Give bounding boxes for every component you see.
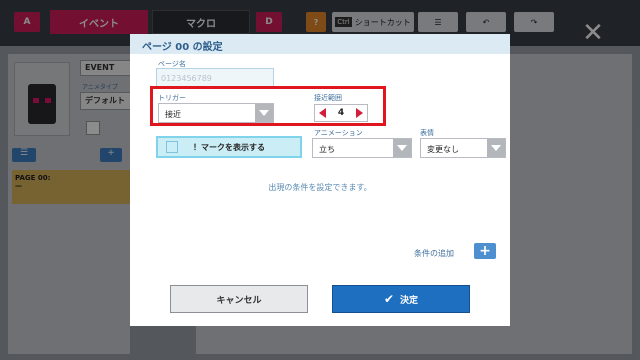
increase-arrow-icon[interactable]	[356, 108, 363, 118]
chevron-down-icon	[393, 139, 411, 157]
ok-button[interactable]: ✔ 決定	[332, 285, 470, 313]
page-name-input[interactable]: 0123456789	[156, 68, 274, 88]
animation-value: 立ち	[319, 145, 335, 154]
cancel-button[interactable]: キャンセル	[170, 285, 308, 313]
chevron-down-icon	[487, 139, 505, 157]
checkbox-icon	[166, 141, 178, 153]
add-condition-button[interactable]: +	[474, 243, 496, 259]
range-label: 接近範囲	[314, 94, 342, 102]
expression-select[interactable]: 変更なし	[420, 138, 506, 158]
expression-label: 表情	[420, 129, 434, 137]
show-mark-label: ！マークを表示する	[193, 142, 265, 152]
ok-label: 決定	[400, 295, 419, 306]
range-stepper[interactable]: 4	[314, 104, 368, 122]
show-mark-toggle[interactable]: ！マークを表示する	[156, 136, 302, 158]
page-settings-dialog: ページ 00 の設定 ページ名 0123456789 トリガー 接近 接近範囲 …	[130, 34, 510, 326]
add-condition-label: 条件の追加	[414, 249, 454, 258]
animation-select[interactable]: 立ち	[312, 138, 412, 158]
trigger-label: トリガー	[158, 94, 186, 102]
condition-hint: 出現の条件を設定できます。	[268, 183, 372, 192]
trigger-select[interactable]: 接近	[158, 103, 274, 123]
expression-value: 変更なし	[427, 145, 459, 154]
chevron-down-icon	[255, 104, 273, 122]
trigger-value: 接近	[165, 110, 181, 119]
plus-icon: +	[479, 243, 491, 259]
dialog-title: ページ 00 の設定	[130, 34, 510, 54]
cancel-label: キャンセル	[216, 295, 262, 306]
checkmark-icon: ✔	[383, 292, 395, 306]
animation-label: アニメーション	[314, 129, 363, 137]
